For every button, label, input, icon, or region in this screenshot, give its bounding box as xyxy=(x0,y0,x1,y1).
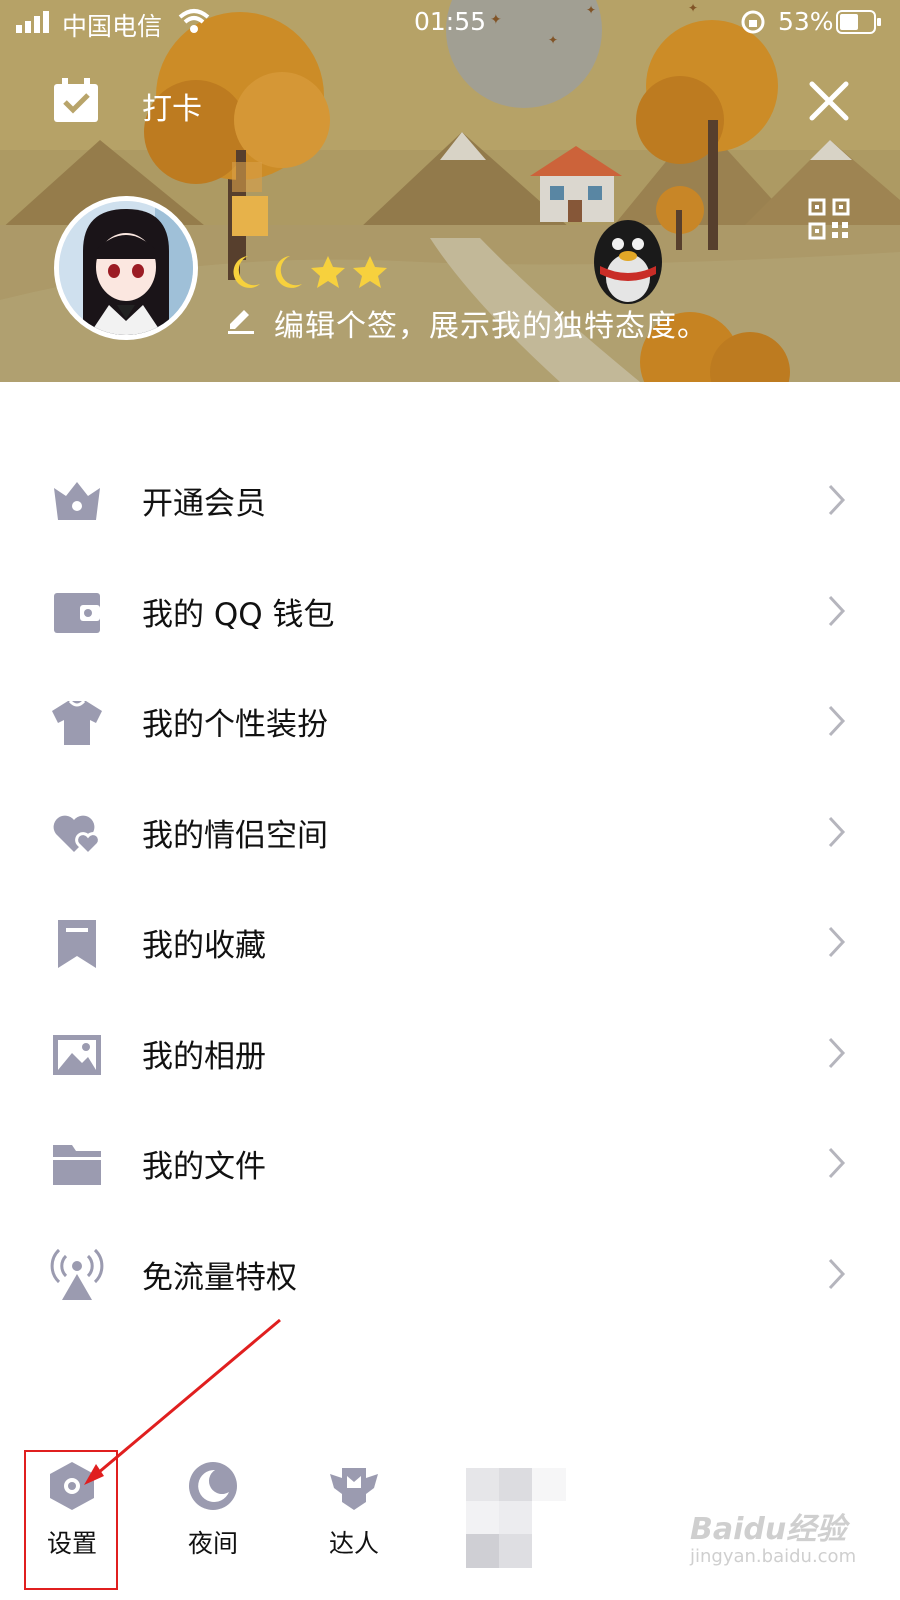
status-bar: 中国电信 01:55 53% xyxy=(0,0,900,46)
checkin-button[interactable]: 打卡 xyxy=(52,78,302,128)
moon-icon xyxy=(275,256,302,288)
qq-level-icons[interactable] xyxy=(226,252,406,292)
wallet-icon xyxy=(54,592,100,633)
menu-item-label: 我的个性装扮 xyxy=(142,707,328,743)
menu-item-personalization[interactable]: 我的个性装扮 xyxy=(0,669,900,780)
bookmark-icon xyxy=(58,920,96,968)
nickname-mosaic xyxy=(232,196,268,236)
drawer-menu: 开通会员 我的 QQ 钱包 我的个性装扮 我的情侣空间 我的收藏 我的相册 我的… xyxy=(0,448,900,1332)
broadcast-tower-icon xyxy=(50,1248,104,1300)
profile-banner: ✦ ✦ ✦ ✦ 中国电信 01:55 53% 打卡 编辑个签，展示我的独特态度。 xyxy=(0,0,900,382)
menu-item-couple-space[interactable]: 我的情侣空间 xyxy=(0,780,900,891)
menu-item-wallet[interactable]: 我的 QQ 钱包 xyxy=(0,559,900,670)
close-icon[interactable] xyxy=(806,78,852,124)
battery-icon xyxy=(836,10,881,34)
chevron-right-icon xyxy=(828,1147,846,1179)
checkin-label: 打卡 xyxy=(142,92,202,127)
baidu-jingyan-watermark: Baidu经验 jingyan.baidu.com xyxy=(690,1500,860,1590)
night-mode-moon-icon xyxy=(189,1462,237,1510)
avatar[interactable] xyxy=(54,196,198,340)
shirt-icon xyxy=(52,699,102,745)
winged-badge-icon xyxy=(330,1468,378,1510)
menu-item-files[interactable]: 我的文件 xyxy=(0,1111,900,1222)
menu-item-label: 我的 QQ 钱包 xyxy=(142,596,335,633)
anime-girl-avatar-image xyxy=(59,201,193,335)
watermark-brand: Baidu经验 xyxy=(690,1512,847,1547)
watermark-url: jingyan.baidu.com xyxy=(690,1546,857,1567)
signature-edit[interactable]: 编辑个签，展示我的独特态度。 xyxy=(226,300,786,344)
menu-item-label: 开通会员 xyxy=(142,486,266,522)
star-icon xyxy=(353,256,387,288)
crown-icon xyxy=(54,482,100,520)
battery-percentage: 53% xyxy=(778,7,834,36)
star-icon xyxy=(311,256,345,288)
chevron-right-icon xyxy=(828,484,846,516)
chevron-right-icon xyxy=(828,816,846,847)
menu-item-label: 我的文件 xyxy=(142,1149,266,1185)
menu-item-label: 我的情侣空间 xyxy=(142,817,328,854)
menu-item-label: 免流量特权 xyxy=(142,1259,297,1296)
menu-item-data-free[interactable]: 免流量特权 xyxy=(0,1222,900,1333)
chevron-right-icon xyxy=(828,1037,846,1068)
hearts-icon xyxy=(53,815,101,856)
menu-item-label: 我的相册 xyxy=(142,1038,266,1075)
chevron-right-icon xyxy=(828,705,846,737)
menu-item-album[interactable]: 我的相册 xyxy=(0,1001,900,1112)
qr-code-icon[interactable] xyxy=(808,198,850,240)
rotation-lock-icon xyxy=(741,10,765,34)
photo-icon xyxy=(53,1034,101,1075)
signature-text: 编辑个签，展示我的独特态度。 xyxy=(274,309,708,344)
chevron-right-icon xyxy=(828,595,846,626)
night-mode-button[interactable]: 夜间 xyxy=(163,1426,263,1576)
calendar-check-icon xyxy=(54,78,98,122)
expert-label: 达人 xyxy=(328,1529,379,1558)
night-mode-label: 夜间 xyxy=(187,1529,238,1558)
menu-item-label: 我的收藏 xyxy=(142,928,266,964)
expert-button[interactable]: 达人 xyxy=(304,1426,404,1576)
chevron-right-icon xyxy=(828,1258,846,1289)
moon-icon xyxy=(233,256,260,288)
nickname-mosaic xyxy=(232,162,262,192)
menu-item-favorites[interactable]: 我的收藏 xyxy=(0,890,900,1001)
blurred-icon-placeholder xyxy=(466,1468,566,1568)
chevron-right-icon xyxy=(828,926,846,958)
folder-icon xyxy=(53,1145,101,1185)
pencil-icon xyxy=(228,310,254,334)
menu-item-vip[interactable]: 开通会员 xyxy=(0,448,900,559)
tutorial-highlight-box xyxy=(24,1450,118,1590)
